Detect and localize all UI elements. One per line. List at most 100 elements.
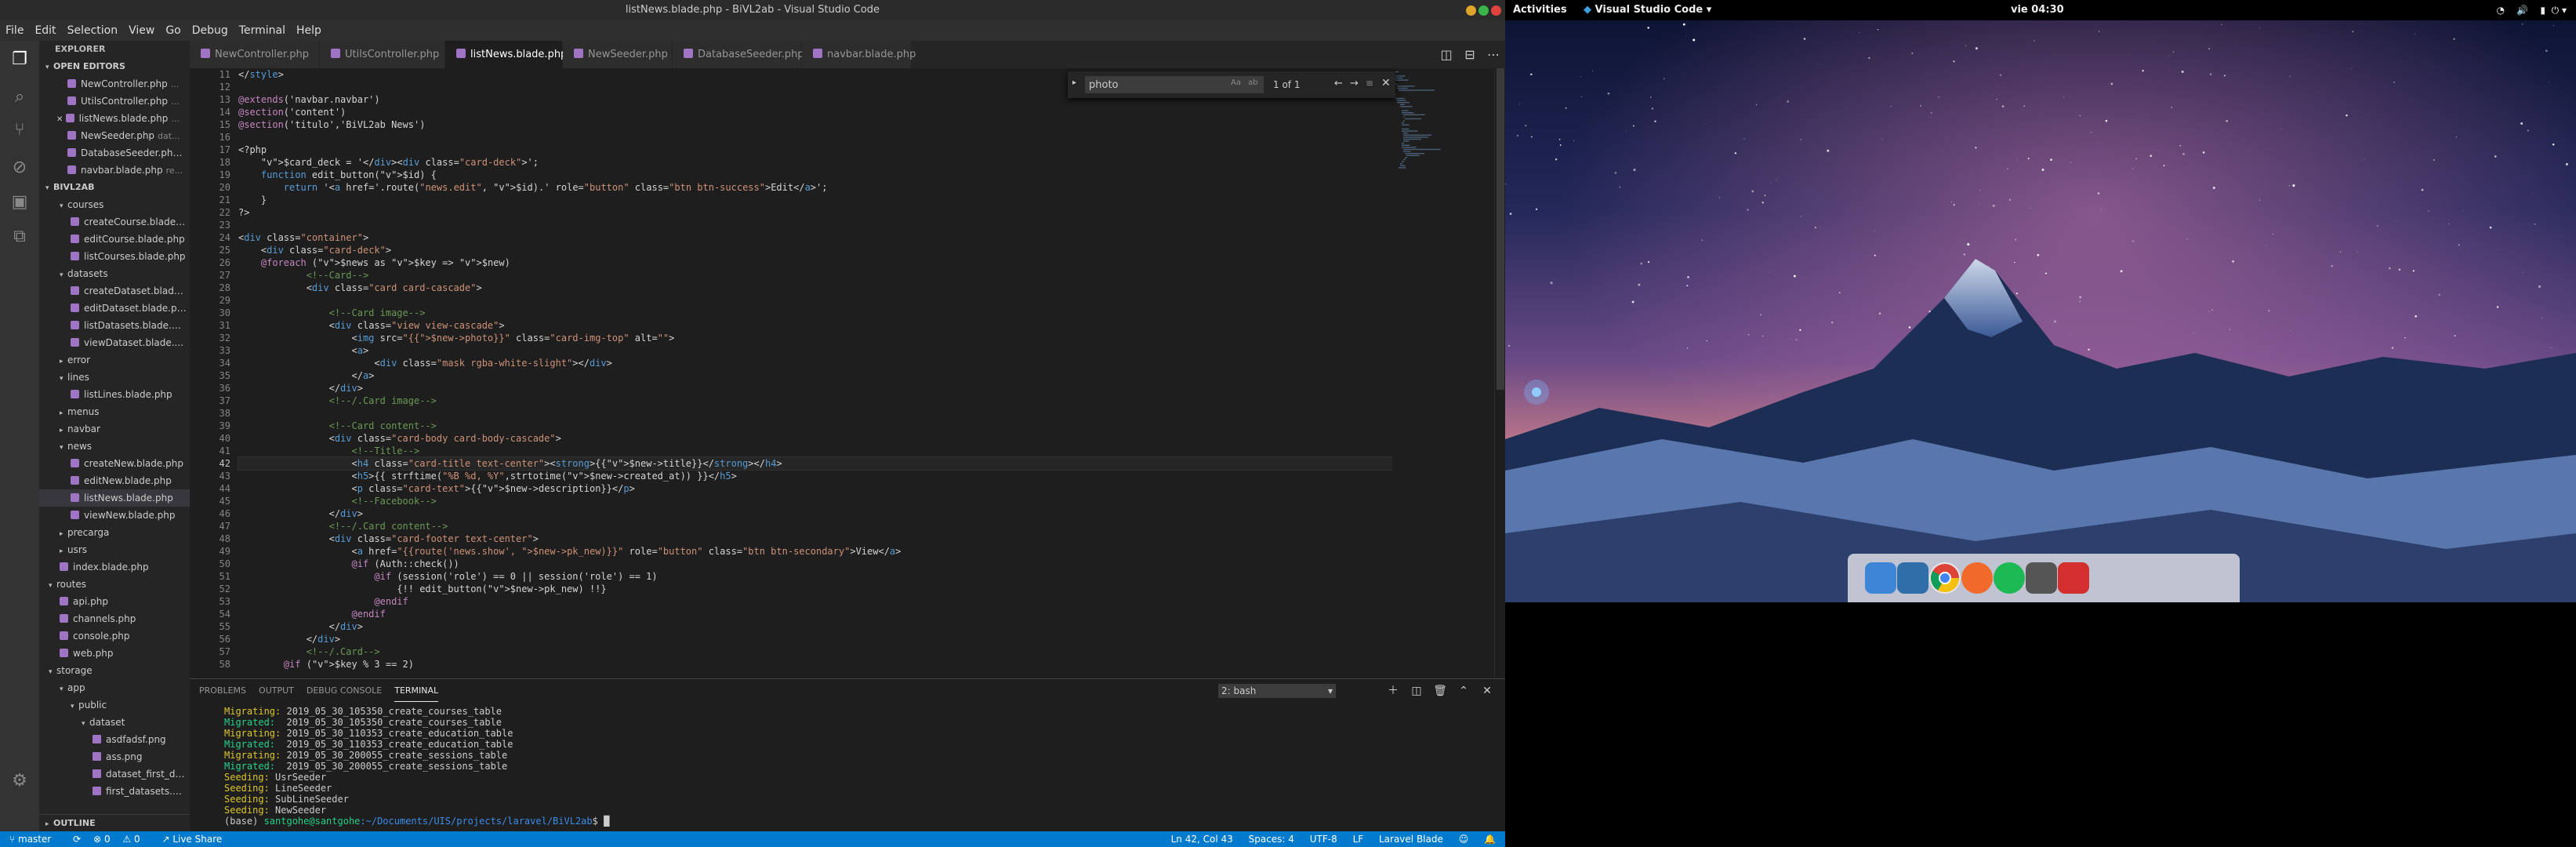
terminal-prompt[interactable]: (base) santgohe@santgohe:~/Documents/UIS… xyxy=(224,816,609,827)
code-line[interactable]: <div class="mask rgba-white-slight"></di… xyxy=(238,357,1461,369)
file-item[interactable]: first_datasets.png xyxy=(39,783,190,800)
toggle-replace-icon[interactable]: ▸ xyxy=(1072,78,1076,87)
code-lines[interactable]: </style> @extends('navbar.navbar') @sectio… xyxy=(238,68,1462,678)
code-line[interactable]: <!--/.Card--> xyxy=(238,645,1461,658)
match-case-icon[interactable]: Aa xyxy=(1231,78,1241,87)
code-line[interactable]: ?> xyxy=(238,206,1461,219)
file-item[interactable]: createCourse.blade.... xyxy=(39,213,190,231)
code-line[interactable]: @if (Auth::check()) xyxy=(238,558,1461,570)
indentation[interactable]: Spaces: 4 xyxy=(1249,834,1294,845)
editor-tab[interactable]: NewController.php xyxy=(190,41,320,68)
code-line[interactable]: <img src="{{">$new->photo}}" class="card… xyxy=(238,332,1461,344)
code-line[interactable]: @endif xyxy=(238,595,1461,608)
folder-item[interactable]: ▸ precarga xyxy=(39,524,190,541)
editor-tab[interactable]: UtilsController.php xyxy=(320,41,445,68)
code-line[interactable]: @section('titulo','BiVL2ab News') xyxy=(238,118,1461,131)
liveshare-status[interactable]: ↗ Live Share xyxy=(161,834,231,845)
code-line[interactable]: {!! edit_button("v">$new->pk_new) !!} xyxy=(238,583,1461,595)
file-item[interactable]: console.php xyxy=(39,627,190,645)
vscode-icon[interactable] xyxy=(1897,562,1928,594)
code-line[interactable]: <!--Title--> xyxy=(238,445,1461,457)
open-editor-item[interactable]: navbar.blade.php re... xyxy=(39,162,190,179)
acrobat-icon[interactable] xyxy=(2058,562,2089,594)
close-button[interactable] xyxy=(1491,5,1501,16)
folder-item[interactable]: ▾ lines xyxy=(39,369,190,386)
branch-status[interactable]: ⑂ master xyxy=(9,834,60,845)
code-line[interactable]: <div class="card-footer text-center"> xyxy=(238,533,1461,545)
folder-item[interactable]: ▸ usrs xyxy=(39,541,190,558)
swift-icon[interactable] xyxy=(1961,562,1993,594)
code-line[interactable]: <!--Facebook--> xyxy=(238,495,1461,507)
file-item[interactable]: dataset_first_data... xyxy=(39,765,190,783)
file-item[interactable]: web.php xyxy=(39,645,190,662)
code-editor[interactable]: 11 12 13 14 15 16 17 18 19 20 21 22 23 24 25 26 27 28 29 30… xyxy=(190,68,1505,678)
language-mode[interactable]: Laravel Blade xyxy=(1379,834,1443,845)
more-actions-icon[interactable]: ⋯ xyxy=(1482,41,1505,68)
code-line[interactable]: </div> xyxy=(238,382,1461,394)
code-line[interactable]: <!--Card image--> xyxy=(238,307,1461,319)
code-line[interactable] xyxy=(238,131,1461,144)
editor-tab[interactable]: listNews.blade.php✕ xyxy=(445,41,582,68)
menu-debug[interactable]: Debug xyxy=(187,20,234,41)
folder-item[interactable]: ▾ courses xyxy=(39,196,190,213)
file-item[interactable]: listLines.blade.php xyxy=(39,386,190,403)
settings-gear-icon[interactable]: ⚙ xyxy=(9,770,31,792)
code-line[interactable] xyxy=(238,407,1461,420)
file-item[interactable]: listCourses.blade.php xyxy=(39,248,190,265)
finder-icon[interactable] xyxy=(1865,562,1896,594)
folder-item[interactable]: ▾ app xyxy=(39,679,190,696)
activities-button[interactable]: Activities xyxy=(1513,0,1567,20)
kill-terminal-icon[interactable]: 🗑 xyxy=(1428,679,1452,703)
editor-scrollbar[interactable] xyxy=(1494,68,1505,678)
encoding[interactable]: UTF-8 xyxy=(1310,834,1337,845)
find-in-selection-icon[interactable]: ≡ xyxy=(1366,78,1373,89)
code-line[interactable]: <a href="{{route('news.show', ">$new->pk… xyxy=(238,545,1461,558)
menu-edit[interactable]: Edit xyxy=(29,20,61,41)
code-line[interactable]: </a> xyxy=(238,369,1461,382)
source-control-icon[interactable]: ⑂ xyxy=(9,119,31,141)
menu-view[interactable]: View xyxy=(123,20,160,41)
close-panel-icon[interactable]: ✕ xyxy=(1475,679,1499,703)
new-terminal-icon[interactable]: ＋ xyxy=(1381,679,1405,703)
editor-tab[interactable]: navbar.blade.php xyxy=(802,41,916,68)
file-item[interactable]: editDataset.blade.php xyxy=(39,300,190,317)
code-line[interactable]: <div class="card-body card-body-cascade"… xyxy=(238,432,1461,445)
sync-icon[interactable]: ⟳ xyxy=(73,834,81,845)
maximize-button[interactable] xyxy=(1478,5,1489,16)
code-line[interactable] xyxy=(238,219,1461,231)
code-line[interactable]: <!--Card content--> xyxy=(238,420,1461,432)
end-of-line[interactable]: LF xyxy=(1353,834,1364,845)
code-line[interactable]: <!--/.Card image--> xyxy=(238,394,1461,407)
terminal-output[interactable]: Migrating: 2019_05_30_105350_create_cour… xyxy=(224,706,609,827)
chrome-icon[interactable] xyxy=(1929,562,1961,594)
open-changes-icon[interactable]: ⊟ xyxy=(1458,41,1482,68)
minimize-button[interactable] xyxy=(1466,5,1476,16)
folder-item[interactable]: ▾ datasets xyxy=(39,265,190,282)
project-header[interactable]: ▾ BIVL2AB xyxy=(39,179,190,196)
code-line[interactable]: <div class="card-deck"> xyxy=(238,244,1461,256)
settings-icon[interactable] xyxy=(2026,562,2057,594)
cursor-position[interactable]: Ln 42, Col 43 xyxy=(1171,834,1233,845)
code-line[interactable]: <div class="view view-cascade"> xyxy=(238,319,1461,332)
menu-file[interactable]: File xyxy=(0,20,29,41)
folder-item[interactable]: ▸ navbar xyxy=(39,420,190,438)
code-line[interactable]: <div class="card card-cascade"> xyxy=(238,282,1461,294)
spotify-icon[interactable] xyxy=(1994,562,2025,594)
problems-status[interactable]: ⊗ 0 ⚠ 0 xyxy=(93,834,150,845)
editor-tab[interactable]: NewSeeder.php xyxy=(563,41,673,68)
code-line[interactable]: <p class="card-text">{{"v">$new->descrip… xyxy=(238,482,1461,495)
folder-item[interactable]: ▾ dataset xyxy=(39,714,190,731)
folder-item[interactable]: ▾ public xyxy=(39,696,190,714)
code-line[interactable]: @section('content') xyxy=(238,106,1461,118)
code-line[interactable]: </div> xyxy=(238,507,1461,520)
file-item[interactable]: listNews.blade.php xyxy=(39,489,190,507)
open-editor-item[interactable]: DatabaseSeeder.php... xyxy=(39,144,190,162)
code-line[interactable]: <!--/.Card content--> xyxy=(238,520,1461,533)
code-line[interactable]: <!--Card--> xyxy=(238,269,1461,282)
panel-tab-output[interactable]: OUTPUT xyxy=(259,679,294,703)
code-line[interactable]: return '<a href='.route("news.edit", "v"… xyxy=(238,181,1461,194)
folder-item[interactable]: ▾ storage xyxy=(39,662,190,679)
debug-icon[interactable]: ⊘ xyxy=(9,157,31,179)
search-icon[interactable]: ⌕ xyxy=(9,86,31,108)
file-item[interactable]: channels.php xyxy=(39,610,190,627)
